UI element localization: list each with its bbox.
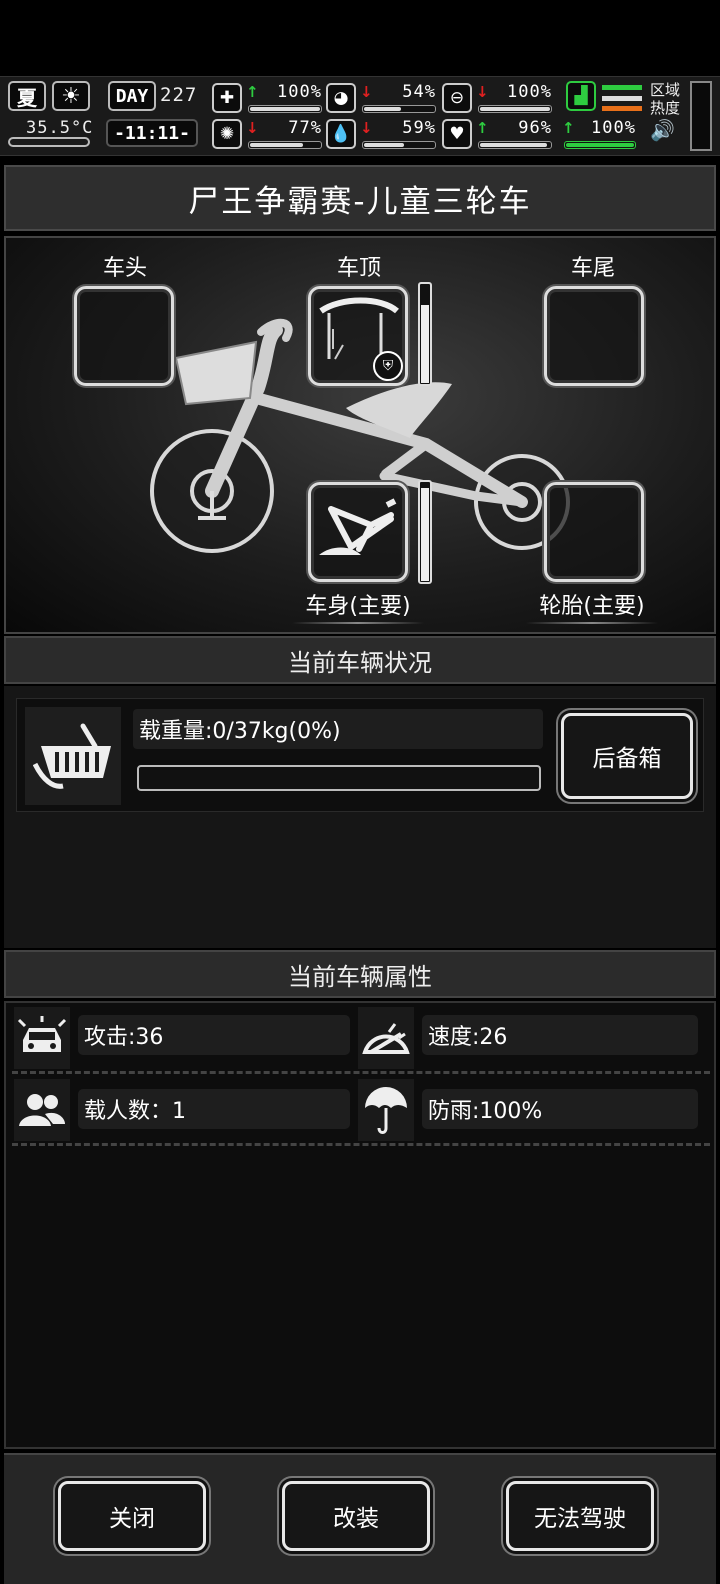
trend-arrow-icon: ↑ [476,119,489,137]
stat-bar [362,141,436,149]
medkit-icon: ✚ [212,83,242,113]
speed-value: 速度:26 [422,1015,698,1055]
stat-value: 100% [591,118,636,138]
divider [12,1071,710,1074]
load-weight-label: 载重量:0/37kg(0%) [133,709,543,749]
water-drop-icon: 💧 [326,119,356,149]
slot-head[interactable] [74,286,174,386]
attack-value: 攻击:36 [78,1015,350,1055]
trend-arrow-icon: ↑ [246,83,259,101]
slot-label-tail: 车尾 [558,250,628,286]
shield-icon: ⛨ [373,351,403,381]
day-badge: DAY [108,81,156,111]
slot-label-tire: 轮胎(主要) [526,588,658,624]
speedometer-icon [358,1007,414,1069]
stat-sanity: ⊖ ↓ 100% [442,81,554,117]
vehicle-status-panel: 载重量:0/37kg(0%) 后备箱 [4,686,716,948]
vehicle-attributes-panel: 攻击:36 速度:26 载人数：1 防雨:100% [4,1001,716,1449]
brain-icon: ✺ [212,119,242,149]
game-clock: -11:11- [106,119,198,147]
temperature-readout: 35.5°C [26,118,94,138]
close-button[interactable]: 关闭 [58,1481,206,1551]
trunk-button[interactable]: 后备箱 [561,713,693,799]
slot-label-head: 车头 [90,250,160,286]
slot-tail[interactable] [544,286,644,386]
load-progress-bar [137,765,541,791]
vehicle-attributes-header: 当前车辆属性 [4,950,716,998]
stat-health: ✚ ↑ 100% [212,81,324,117]
stat-value: 54% [402,82,436,102]
vehicle-status-header: 当前车辆状况 [4,636,716,684]
roof-durability-bar [418,282,432,386]
stat-value: 100% [277,82,322,102]
season-badge: 夏 [8,81,46,111]
passengers-icon [14,1079,70,1141]
region-heat-label-2: 热度 [650,99,681,117]
slot-roof[interactable]: ⛨ [308,286,408,386]
trend-arrow-icon: ↓ [476,83,489,101]
stat-mood: ✺ ↓ 77% [212,117,324,153]
slot-label-roof: 车顶 [324,250,394,286]
body-durability-bar [418,480,432,584]
heart-icon: ♥ [442,119,472,149]
basket-icon [25,707,121,805]
trend-arrow-icon: ↓ [246,119,259,137]
vehicle-view: 车头 车顶 车尾 ⛨ 车身(主要) 轮胎(主要) [4,236,716,634]
frame-icon [319,498,397,555]
slot-body[interactable] [308,482,408,582]
status-bar: 夏 ☀ 35.5°C DAY 227 -11:11- ✚ ↑ 100% ◕ ↓ 54% ⊖ ↓… [0,76,720,156]
stat-value: 77% [288,118,322,138]
stat-bar [478,105,552,113]
trend-arrow-icon: ↓ [360,119,373,137]
load-row: 载重量:0/37kg(0%) 后备箱 [16,698,704,812]
speaker-icon[interactable]: 🔊 [650,117,686,143]
stat-bar [248,141,322,149]
slot-label-body: 车身(主要) [292,588,424,624]
stat-heart: ♥ ↑ 96% [442,117,554,153]
day-counter: 227 [160,84,198,106]
boot-icon: ▟ [566,81,596,111]
stat-value: 59% [402,118,436,138]
slot-tire[interactable] [544,482,644,582]
stat-value: 100% [507,82,552,102]
divider [12,1143,710,1146]
thermometer-icon [8,137,90,147]
modify-button[interactable]: 改装 [282,1481,430,1551]
rain-protection-value: 防雨:100% [422,1089,698,1129]
stat-value: 96% [518,118,552,138]
passengers-value: 载人数：1 [78,1089,350,1129]
stomach-icon: ◕ [326,83,356,113]
drive-button[interactable]: 无法驾驶 [506,1481,654,1551]
region-heat-label: 区域 [650,81,681,99]
capsule-icon: ⊖ [442,83,472,113]
stat-bar [564,141,636,149]
car-attack-icon [14,1007,70,1069]
trend-arrow-icon: ↓ [360,83,373,101]
region-heat[interactable]: 区域 热度 🔊 [650,81,686,151]
footer-bar: 关闭 改装 无法驾驶 [4,1453,716,1584]
umbrella-icon [358,1079,414,1141]
stat-thirst: 💧 ↓ 59% [326,117,438,153]
stamina-flag-icon [602,85,642,111]
region-heat-meter [690,81,712,151]
stat-bar [362,105,436,113]
trend-arrow-icon: ↑ [562,119,575,137]
stat-bar [248,105,322,113]
stat-hunger: ◕ ↓ 54% [326,81,438,117]
sun-icon: ☀ [52,81,90,111]
stat-bar [478,141,552,149]
page-title: 尸王争霸赛-儿童三轮车 [4,165,716,231]
